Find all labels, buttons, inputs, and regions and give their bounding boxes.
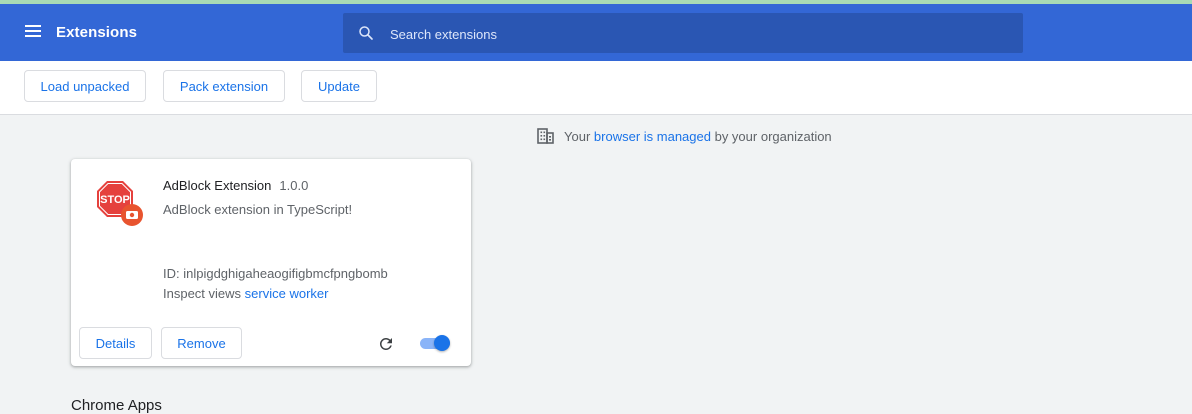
building-icon <box>537 128 554 144</box>
svg-text:STOP: STOP <box>100 194 130 206</box>
extension-name: AdBlock Extension <box>163 178 272 193</box>
pack-extension-button[interactable]: Pack extension <box>163 70 285 102</box>
load-unpacked-button[interactable]: Load unpacked <box>24 70 146 102</box>
extension-description: AdBlock extension in TypeScript! <box>163 202 353 217</box>
service-worker-link[interactable]: service worker <box>245 286 329 301</box>
inspect-views-label: Inspect views <box>163 286 242 301</box>
header-bar: Extensions <box>0 4 1192 61</box>
extension-enable-toggle[interactable] <box>420 335 452 351</box>
extension-card: STOP AdBlock Extension 1.0.0 AdBlock exte… <box>71 159 471 366</box>
search-icon <box>359 26 373 40</box>
hamburger-menu-icon[interactable] <box>22 22 44 42</box>
managed-link[interactable]: browser is managed <box>594 129 711 144</box>
managed-notice: Your browser is managed by your organiza… <box>537 128 832 144</box>
chrome-apps-heading: Chrome Apps <box>71 397 162 414</box>
extension-version: 1.0.0 <box>279 178 309 193</box>
extension-name-row: AdBlock Extension 1.0.0 <box>163 178 308 193</box>
details-button[interactable]: Details <box>79 327 152 359</box>
search-input[interactable] <box>388 22 992 46</box>
stop-sign-icon: STOP <box>97 181 143 226</box>
remove-button[interactable]: Remove <box>161 327 242 359</box>
developer-toolbar: Load unpacked Pack extension Update <box>0 61 1192 115</box>
update-button[interactable]: Update <box>301 70 377 102</box>
page-title: Extensions <box>56 24 138 41</box>
inspect-views: Inspect views service worker <box>163 286 328 301</box>
toggle-knob <box>434 335 450 351</box>
managed-prefix: Your <box>564 128 591 144</box>
reload-icon[interactable] <box>377 335 395 353</box>
search-box[interactable] <box>343 13 1023 53</box>
managed-suffix: by your organization <box>714 128 832 144</box>
extension-id: ID: inlpigdghigaheaogifigbmcfpngbomb <box>163 266 388 281</box>
